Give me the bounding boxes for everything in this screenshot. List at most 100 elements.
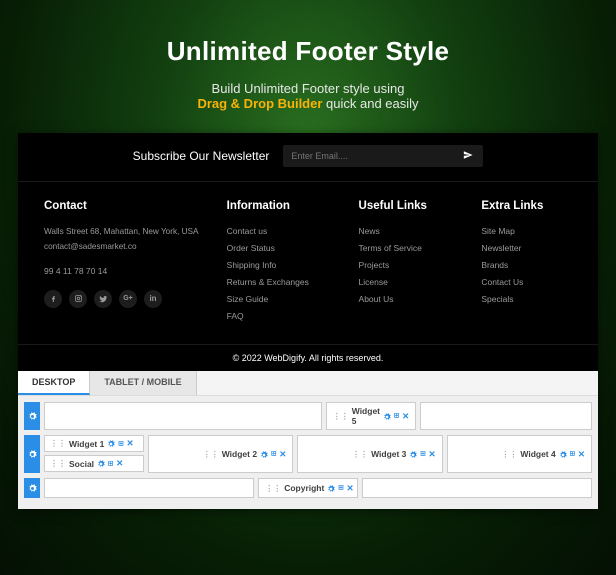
link-item[interactable]: Terms of Service	[359, 243, 468, 253]
instagram-icon[interactable]	[69, 290, 87, 308]
link-item[interactable]: Projects	[359, 260, 468, 270]
contact-phone: 99 4 11 78 70 14	[44, 266, 213, 276]
row-settings-button[interactable]	[24, 478, 40, 498]
widget-gear-icon[interactable]	[97, 459, 105, 469]
builder-cell[interactable]	[44, 402, 322, 430]
row-settings-button[interactable]	[24, 402, 40, 430]
builder-cell-stack: ⋮⋮ Widget 1 ⊞ ✕ ⋮⋮ Social ⊞	[44, 435, 144, 473]
google-plus-icon[interactable]: G+	[119, 290, 137, 308]
widget-add-icon[interactable]: ⊞	[271, 449, 276, 459]
col-useful-links: Useful Links News Terms of Service Proje…	[359, 200, 468, 328]
col-contact: Contact Walls Street 68, Mahattan, New Y…	[44, 200, 213, 328]
newsletter-bar: Subscribe Our Newsletter	[18, 133, 598, 182]
widget-close-icon[interactable]: ✕	[346, 483, 353, 494]
twitter-icon[interactable]	[94, 290, 112, 308]
link-item[interactable]: Contact Us	[481, 277, 572, 287]
contact-email: contact@sadesmarket.co	[44, 241, 213, 253]
col-information: Information Contact us Order Status Ship…	[227, 200, 345, 328]
link-item[interactable]: Shipping Info	[227, 260, 345, 270]
builder-cell[interactable]	[44, 478, 254, 498]
link-item[interactable]: Site Map	[481, 226, 572, 236]
drag-handle-icon[interactable]: ⋮⋮	[501, 450, 517, 459]
widget-add-icon[interactable]: ⊞	[570, 449, 575, 459]
tab-mobile[interactable]: TABLET / MOBILE	[90, 371, 196, 395]
widget-1-cell[interactable]: ⋮⋮ Widget 1 ⊞ ✕	[44, 435, 144, 452]
row-settings-button[interactable]	[24, 435, 40, 473]
useful-heading: Useful Links	[359, 200, 468, 212]
widget-add-icon[interactable]: ⊞	[394, 411, 399, 421]
widget-label: Widget 3	[371, 449, 406, 459]
widget-5-cell[interactable]: ⋮⋮ Widget 5 ⊞ ✕	[326, 402, 416, 430]
link-item[interactable]: FAQ	[227, 311, 345, 321]
drag-handle-icon[interactable]: ⋮⋮	[333, 412, 349, 421]
widget-add-icon[interactable]: ⊞	[108, 459, 113, 469]
link-item[interactable]: News	[359, 226, 468, 236]
builder-tabs: DESKTOP TABLET / MOBILE	[18, 371, 598, 396]
builder-row: ⋮⋮ Widget 1 ⊞ ✕ ⋮⋮ Social ⊞	[24, 435, 592, 473]
widget-3-cell[interactable]: ⋮⋮ Widget 3 ⊞ ✕	[297, 435, 442, 473]
widget-close-icon[interactable]: ✕	[126, 438, 133, 449]
widget-social-cell[interactable]: ⋮⋮ Social ⊞ ✕	[44, 455, 144, 472]
linkedin-icon[interactable]: in	[144, 290, 162, 308]
drag-handle-icon[interactable]: ⋮⋮	[203, 450, 219, 459]
builder-panel: DESKTOP TABLET / MOBILE ⋮⋮ Widget 5 ⊞ ✕	[18, 371, 598, 509]
builder-row: ⋮⋮ Widget 5 ⊞ ✕	[24, 402, 592, 430]
widget-close-icon[interactable]: ✕	[402, 411, 409, 422]
link-item[interactable]: Returns & Exchanges	[227, 277, 345, 287]
tab-desktop[interactable]: DESKTOP	[18, 371, 90, 395]
widget-copyright-cell[interactable]: ⋮⋮ Copyright ⊞ ✕	[258, 478, 358, 498]
builder-cell[interactable]	[420, 402, 592, 430]
widget-gear-icon[interactable]	[383, 411, 391, 421]
widget-gear-icon[interactable]	[409, 449, 417, 459]
widget-gear-icon[interactable]	[107, 439, 115, 449]
widget-gear-icon[interactable]	[327, 483, 335, 493]
drag-handle-icon[interactable]: ⋮⋮	[352, 450, 368, 459]
link-item[interactable]: Specials	[481, 294, 572, 304]
widget-close-icon[interactable]: ✕	[578, 449, 585, 460]
footer-preview-panel: Subscribe Our Newsletter Contact Walls S…	[18, 133, 598, 509]
widget-add-icon[interactable]: ⊞	[338, 483, 343, 493]
link-item[interactable]: Contact us	[227, 226, 345, 236]
link-item[interactable]: Order Status	[227, 243, 345, 253]
widget-close-icon[interactable]: ✕	[279, 449, 286, 460]
widget-close-icon[interactable]: ✕	[116, 458, 123, 469]
hero-title: Unlimited Footer Style	[40, 36, 576, 67]
widget-label: Widget 2	[222, 449, 257, 459]
link-item[interactable]: About Us	[359, 294, 468, 304]
widget-label: Copyright	[284, 483, 324, 493]
hero-subtitle: Build Unlimited Footer style using Drag …	[40, 81, 576, 111]
hero-highlight: Drag & Drop Builder	[197, 96, 322, 111]
info-heading: Information	[227, 200, 345, 212]
newsletter-form	[283, 145, 483, 167]
drag-handle-icon[interactable]: ⋮⋮	[265, 484, 281, 493]
newsletter-input[interactable]	[283, 145, 453, 167]
widget-label: Widget 5	[352, 406, 380, 426]
link-item[interactable]: Brands	[481, 260, 572, 270]
contact-address: Walls Street 68, Mahattan, New York, USA	[44, 226, 213, 238]
footer-columns: Contact Walls Street 68, Mahattan, New Y…	[18, 182, 598, 344]
widget-gear-icon[interactable]	[260, 449, 268, 459]
widget-label: Widget 4	[520, 449, 555, 459]
extra-heading: Extra Links	[481, 200, 572, 212]
builder-row: ⋮⋮ Copyright ⊞ ✕	[24, 478, 592, 498]
drag-handle-icon[interactable]: ⋮⋮	[50, 439, 66, 448]
newsletter-title: Subscribe Our Newsletter	[133, 149, 270, 163]
widget-label: Widget 1	[69, 439, 104, 449]
col-extra-links: Extra Links Site Map Newsletter Brands C…	[481, 200, 572, 328]
widget-add-icon[interactable]: ⊞	[420, 449, 425, 459]
hero: Unlimited Footer Style Build Unlimited F…	[0, 0, 616, 133]
widget-add-icon[interactable]: ⊞	[118, 439, 123, 449]
widget-close-icon[interactable]: ✕	[429, 449, 436, 460]
facebook-icon[interactable]	[44, 290, 62, 308]
link-item[interactable]: Size Guide	[227, 294, 345, 304]
widget-4-cell[interactable]: ⋮⋮ Widget 4 ⊞ ✕	[447, 435, 592, 473]
widget-gear-icon[interactable]	[559, 449, 567, 459]
widget-label: Social	[69, 459, 94, 469]
builder-cell[interactable]	[362, 478, 592, 498]
drag-handle-icon[interactable]: ⋮⋮	[50, 459, 66, 468]
widget-2-cell[interactable]: ⋮⋮ Widget 2 ⊞ ✕	[148, 435, 293, 473]
link-item[interactable]: License	[359, 277, 468, 287]
contact-heading: Contact	[44, 200, 213, 212]
link-item[interactable]: Newsletter	[481, 243, 572, 253]
send-icon[interactable]	[453, 150, 483, 163]
